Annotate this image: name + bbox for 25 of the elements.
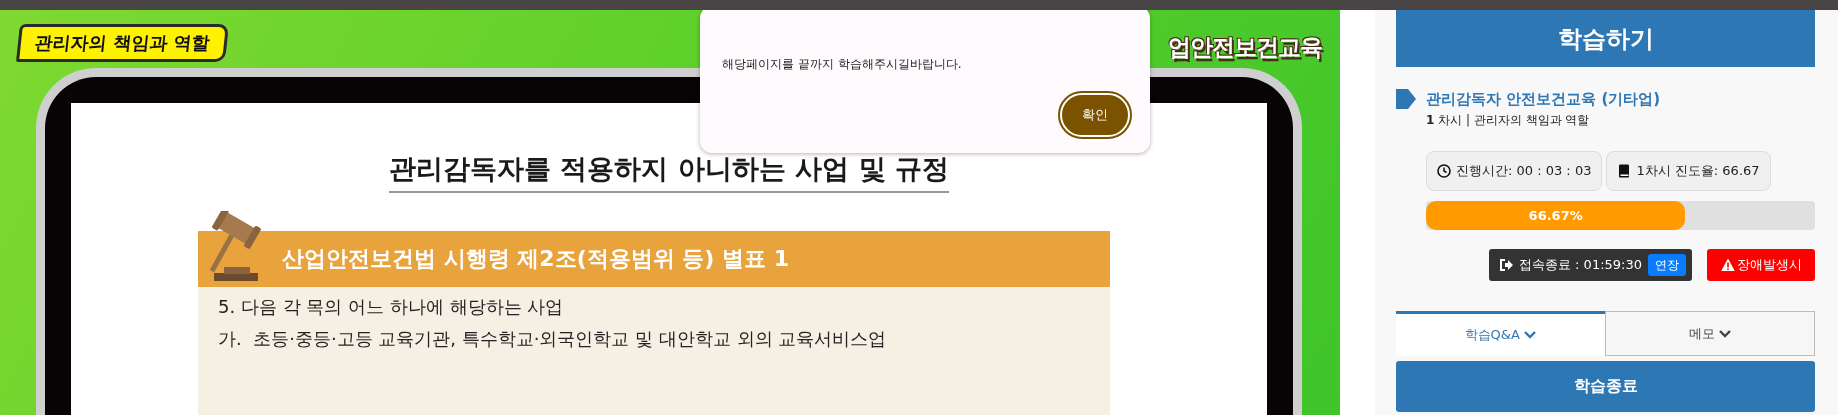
exit-icon bbox=[1498, 258, 1513, 272]
panel-header: 학습하기 bbox=[1396, 10, 1815, 67]
confirm-button[interactable]: 확인 bbox=[1060, 93, 1130, 137]
extend-button[interactable]: 연장 bbox=[1648, 254, 1686, 276]
warning-icon bbox=[1720, 258, 1735, 272]
slide-text: 5. 다음 각 목의 어느 하나에 해당하는 사업 bbox=[218, 295, 565, 319]
session-label: 접속종료 : 01:59:30 bbox=[1518, 256, 1642, 274]
chapter-badge: 관리자의 책임과 역할 bbox=[16, 24, 229, 62]
elapsed-time-chip: 진행시간: 00 : 03 : 03 bbox=[1426, 151, 1603, 191]
end-study-button[interactable]: 학습종료 bbox=[1396, 361, 1815, 412]
panel-tab[interactable]: 학습Q&A bbox=[1396, 311, 1605, 356]
lesson-info: 1 차시 | 관리자의 책임과 역할 bbox=[1426, 112, 1591, 129]
panel-tab[interactable]: 메모 bbox=[1604, 311, 1815, 356]
lesson-progress-chip: 1차시 진도율: 66.67 bbox=[1606, 151, 1771, 191]
course-title: 관리감독자 안전보건교육 (기타업) bbox=[1426, 89, 1661, 109]
chevron-down-icon bbox=[1718, 329, 1731, 338]
pentagon-arrow-icon bbox=[1396, 89, 1416, 109]
clock-icon bbox=[1437, 164, 1451, 178]
error-report-button[interactable]: 장애발생시 bbox=[1707, 249, 1815, 281]
dialog-message: 해당페이지를 끝까지 학습해주시길바랍니다. bbox=[722, 56, 963, 73]
slide-text: 가. 초등·중등·고등 교육기관, 특수학교·외국인학교 및 대안학교 외의 교육서비스업 bbox=[218, 327, 888, 351]
course-title-text: 업안전보건교육 bbox=[1168, 33, 1322, 62]
progress-fill: 66.67% bbox=[1426, 201, 1686, 230]
book-icon bbox=[1617, 164, 1632, 178]
chevron-down-icon bbox=[1523, 331, 1536, 339]
